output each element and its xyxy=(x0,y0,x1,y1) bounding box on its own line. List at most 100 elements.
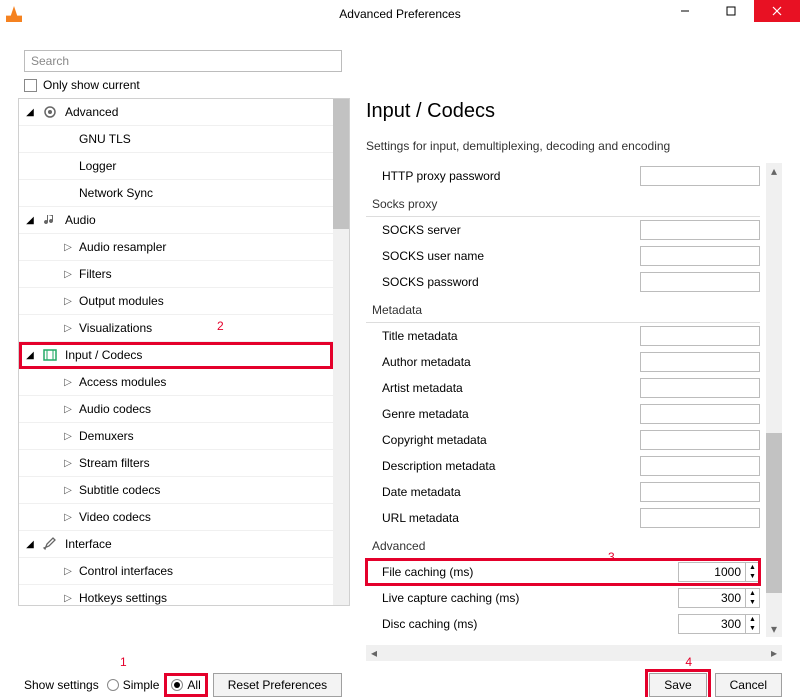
spin-up-icon[interactable]: ▲ xyxy=(746,563,759,572)
text-input[interactable] xyxy=(640,272,760,292)
tree-item-gnu-tls[interactable]: GNU TLS xyxy=(19,126,333,153)
setting-row: Live capture caching (ms) 300▲▼ xyxy=(366,585,760,611)
tree-item-label: Audio xyxy=(65,213,96,227)
tree-item-input-codecs[interactable]: ◢Input / Codecs xyxy=(19,342,333,369)
expand-arrow-icon[interactable]: ▷ xyxy=(63,512,73,523)
expand-arrow-icon[interactable]: ▷ xyxy=(63,242,73,253)
text-input[interactable] xyxy=(640,166,760,186)
page-title: Input / Codecs xyxy=(366,100,782,123)
tree-item-audio-resampler[interactable]: ▷Audio resampler xyxy=(19,234,333,261)
expand-arrow-icon[interactable]: ▷ xyxy=(63,566,73,577)
number-spinner[interactable]: 300▲▼ xyxy=(678,588,760,608)
group-header: Metadata xyxy=(366,297,760,323)
radio-all[interactable]: All xyxy=(167,676,204,694)
film-icon xyxy=(41,346,59,364)
tree-item-advanced[interactable]: ◢Advanced xyxy=(19,99,333,126)
tree-item-label: Stream filters xyxy=(79,456,150,470)
annotation-4: 4 xyxy=(685,655,692,669)
tree-item-video-codecs[interactable]: ▷Video codecs xyxy=(19,504,333,531)
text-input[interactable] xyxy=(640,508,760,528)
setting-row: Artist metadata xyxy=(366,375,760,401)
expand-arrow-icon[interactable]: ▷ xyxy=(63,269,73,280)
horizontal-scrollbar[interactable]: ◂▸ xyxy=(366,645,782,661)
expand-arrow-icon[interactable]: ▷ xyxy=(63,404,73,415)
spin-up-icon[interactable]: ▲ xyxy=(746,589,759,598)
tree-item-filters[interactable]: ▷ Filters xyxy=(19,261,333,288)
setting-label: Description metadata xyxy=(366,459,616,473)
expand-arrow-icon[interactable]: ◢ xyxy=(25,350,35,361)
expand-arrow-icon[interactable]: ▷ xyxy=(63,431,73,442)
maximize-button[interactable] xyxy=(708,0,754,22)
setting-label: Title metadata xyxy=(366,329,616,343)
setting-row: File caching (ms)1000▲▼ xyxy=(366,559,760,585)
text-input[interactable] xyxy=(640,352,760,372)
only-show-current-checkbox[interactable] xyxy=(24,79,37,92)
expand-arrow-icon[interactable]: ▷ xyxy=(63,323,73,334)
text-input[interactable] xyxy=(640,430,760,450)
tree-item-label: Filters xyxy=(79,267,112,281)
radio-simple[interactable]: Simple xyxy=(107,678,160,692)
number-spinner[interactable]: 1000▲▼ xyxy=(678,562,760,582)
tree-item-subtitle-codecs[interactable]: ▷ Subtitle codecs xyxy=(19,477,333,504)
setting-label: SOCKS server xyxy=(366,223,616,237)
tree-item-label: Visualizations xyxy=(79,321,152,335)
expand-arrow-icon[interactable]: ◢ xyxy=(25,215,35,226)
setting-label: Date metadata xyxy=(366,485,616,499)
brush-icon xyxy=(41,535,59,553)
tree-item-network-sync[interactable]: Network Sync xyxy=(19,180,333,207)
tree-item-visualizations[interactable]: ▷ Visualizations xyxy=(19,315,333,342)
expand-arrow-icon[interactable]: ◢ xyxy=(25,539,35,550)
tree-item-label: Subtitle codecs xyxy=(79,483,160,497)
expand-arrow-icon[interactable]: ▷ xyxy=(63,485,73,496)
tree-item-label: Interface xyxy=(65,537,112,551)
tree-item-hotkeys-settings[interactable]: ▷ Hotkeys settings xyxy=(19,585,333,605)
minimize-button[interactable] xyxy=(662,0,708,22)
tree-item-logger[interactable]: Logger xyxy=(19,153,333,180)
tree-scrollbar[interactable] xyxy=(333,99,349,605)
setting-label: Artist metadata xyxy=(366,381,616,395)
tree-item-output-modules[interactable]: ▷Output modules xyxy=(19,288,333,315)
cancel-button[interactable]: Cancel xyxy=(715,673,782,697)
expand-arrow-icon[interactable]: ▷ xyxy=(63,296,73,307)
save-button[interactable]: Save xyxy=(649,673,706,697)
spin-down-icon[interactable]: ▼ xyxy=(746,624,759,633)
text-input[interactable] xyxy=(640,378,760,398)
text-input[interactable] xyxy=(640,456,760,476)
spin-down-icon[interactable]: ▼ xyxy=(746,572,759,581)
text-input[interactable] xyxy=(640,246,760,266)
spin-up-icon[interactable]: ▲ xyxy=(746,615,759,624)
text-input[interactable] xyxy=(640,326,760,346)
expand-arrow-icon[interactable]: ▷ xyxy=(63,593,73,604)
close-button[interactable] xyxy=(754,0,800,22)
text-input[interactable] xyxy=(640,404,760,424)
text-input[interactable] xyxy=(640,482,760,502)
tree-item-access-modules[interactable]: ▷ Access modules xyxy=(19,369,333,396)
group-header: Socks proxy xyxy=(366,191,760,217)
tree-item-audio[interactable]: ◢ Audio xyxy=(19,207,333,234)
reset-preferences-button[interactable]: Reset Preferences xyxy=(213,673,342,697)
setting-row: Date metadata xyxy=(366,479,760,505)
expand-arrow-icon[interactable]: ▷ xyxy=(63,458,73,469)
page-subtitle: Settings for input, demultiplexing, deco… xyxy=(366,139,782,153)
settings-scrollbar[interactable]: ▴ ▾ xyxy=(766,163,782,637)
tree-item-interface[interactable]: ◢ Interface xyxy=(19,531,333,558)
expand-arrow-icon[interactable]: ◢ xyxy=(25,107,35,118)
tree-item-audio-codecs[interactable]: ▷Audio codecs xyxy=(19,396,333,423)
tree-item-label: Hotkeys settings xyxy=(79,591,167,605)
preferences-tree[interactable]: ◢AdvancedGNU TLSLoggerNetwork Sync ◢ Audio… xyxy=(19,99,333,605)
gear-icon xyxy=(41,103,59,121)
annotation-2: 2 xyxy=(217,319,224,333)
tree-item-demuxers[interactable]: ▷Demuxers xyxy=(19,423,333,450)
text-input[interactable] xyxy=(640,220,760,240)
expand-arrow-icon[interactable]: ▷ xyxy=(63,377,73,388)
tree-item-control-interfaces[interactable]: ▷Control interfaces xyxy=(19,558,333,585)
setting-label: SOCKS password xyxy=(366,275,616,289)
tree-item-stream-filters[interactable]: ▷ Stream filters xyxy=(19,450,333,477)
tree-item-label: Access modules xyxy=(79,375,166,389)
setting-label: Live capture caching (ms) xyxy=(366,591,616,605)
setting-row: Genre metadata xyxy=(366,401,760,427)
spin-down-icon[interactable]: ▼ xyxy=(746,598,759,607)
number-spinner[interactable]: 300▲▼ xyxy=(678,614,760,634)
setting-row: Disc caching (ms)300▲▼ xyxy=(366,611,760,637)
search-input[interactable]: Search xyxy=(24,50,342,72)
